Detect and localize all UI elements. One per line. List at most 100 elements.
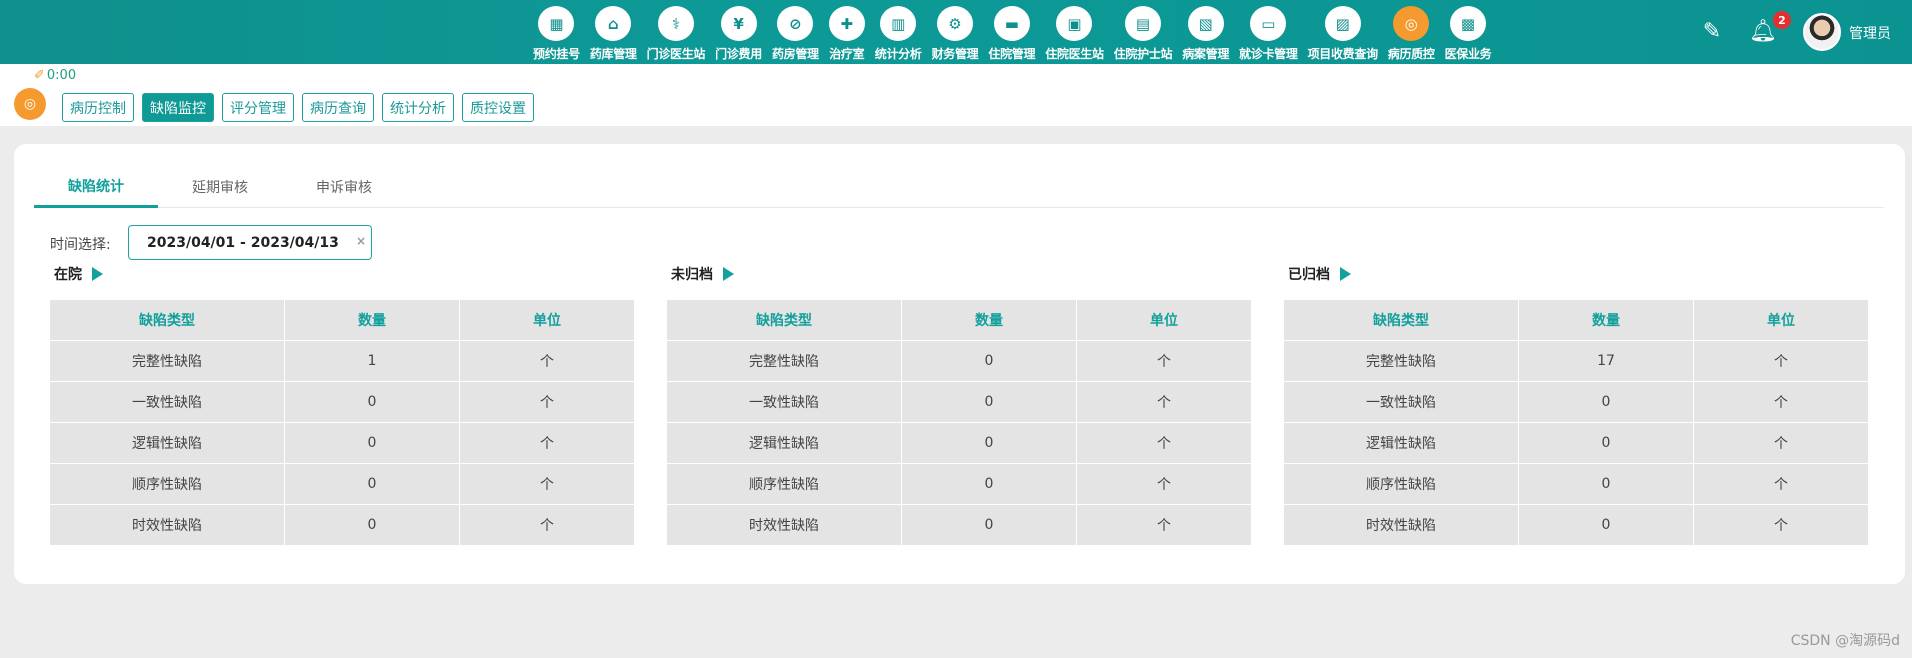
nav-item-medicine-store[interactable]: ⌂ 药库管理 <box>585 4 642 62</box>
defect-table: 缺陷类型 数量 单位 完整性缺陷 0 个 一致性缺陷 0 个 逻辑性缺陷 0 个 顺序性缺陷 0 个… <box>666 299 1252 546</box>
subnav-statistics-button[interactable]: 统计分析 <box>382 93 454 122</box>
module-nav: ▦ 预约挂号 ⌂ 药库管理 ⚕ 门诊医生站 ¥ 门诊费用 ⊘ 药房管理 ✚ 治疗室 ▥ 统计分… <box>528 4 1496 62</box>
table-row: 时效性缺陷 0 个 <box>49 504 635 546</box>
pencil-icon[interactable]: ✎ <box>1697 16 1727 46</box>
column-header: 单位 <box>1076 299 1252 341</box>
panel-title-text: 未归档 <box>671 267 713 283</box>
table-cell: 0 <box>1518 504 1694 546</box>
table-cell: 时效性缺陷 <box>666 504 902 546</box>
table-cell: 0 <box>901 381 1077 423</box>
table-cell: 完整性缺陷 <box>49 340 285 382</box>
panel-unarchived: 未归档 缺陷类型 数量 单位 完整性缺陷 0 个 一致性缺陷 0 个 逻辑性缺陷 0 个 顺序性… <box>666 263 1252 546</box>
table-cell: 逻辑性缺陷 <box>49 422 285 464</box>
play-icon[interactable] <box>92 267 103 281</box>
nav-label: 门诊医生站 <box>646 47 706 61</box>
insurance-icon: ▩ <box>1449 6 1486 41</box>
nav-label: 预约挂号 <box>533 47 580 61</box>
play-icon[interactable] <box>723 267 734 281</box>
table-cell: 0 <box>284 422 460 464</box>
panel-title: 未归档 <box>666 263 1251 285</box>
table-cell: 0 <box>1518 463 1694 505</box>
play-icon[interactable] <box>1340 267 1351 281</box>
nav-label: 药房管理 <box>771 47 819 61</box>
nav-item-outpatient-fee[interactable]: ¥ 门诊费用 <box>710 4 767 62</box>
nav-item-appointment[interactable]: ▦ 预约挂号 <box>528 4 585 62</box>
record-icon: ▧ <box>1187 6 1224 41</box>
table-cell: 0 <box>901 463 1077 505</box>
watermark: CSDN @淘源码d <box>1790 633 1900 649</box>
column-header: 单位 <box>1693 299 1869 341</box>
nav-label: 病案管理 <box>1182 47 1230 61</box>
date-range-input[interactable]: 2023/04/01 - 2023/04/13 × <box>128 225 372 260</box>
table-cell: 0 <box>901 422 1077 464</box>
table-cell: 完整性缺陷 <box>666 340 902 382</box>
table-cell: 0 <box>901 504 1077 546</box>
tab-appeal-review[interactable]: 申诉审核 <box>282 166 406 208</box>
table-cell: 顺序性缺陷 <box>49 463 285 505</box>
table-row: 一致性缺陷 0 个 <box>1283 381 1869 423</box>
nav-label: 就诊卡管理 <box>1239 47 1298 61</box>
nav-item-inpatient-doctor[interactable]: ▣ 住院医生站 <box>1040 4 1109 62</box>
table-cell: 个 <box>1693 463 1869 505</box>
notification-badge: 2 <box>1773 11 1791 29</box>
panel-title: 已归档 <box>1283 263 1868 285</box>
table-row: 完整性缺陷 0 个 <box>666 340 1252 382</box>
table-row: 一致性缺陷 0 个 <box>49 381 635 423</box>
nav-item-inpatient[interactable]: ▬ 住院管理 <box>983 4 1040 62</box>
subnav-score-management-button[interactable]: 评分管理 <box>222 93 294 122</box>
nav-label: 病历质控 <box>1387 47 1435 61</box>
nav-item-card-management[interactable]: ▭ 就诊卡管理 <box>1234 4 1303 62</box>
nav-label: 财务管理 <box>931 47 979 61</box>
table-row: 逻辑性缺陷 0 个 <box>1283 422 1869 464</box>
doctor-id-icon: ▣ <box>1056 6 1093 41</box>
session-timer: ✐ 0:00 <box>34 68 76 83</box>
table-row: 时效性缺陷 0 个 <box>666 504 1252 546</box>
username[interactable]: 管理员 <box>1849 23 1891 43</box>
defect-table: 缺陷类型 数量 单位 完整性缺陷 1 个 一致性缺陷 0 个 逻辑性缺陷 0 个 顺序性缺陷 0 个… <box>49 299 635 546</box>
subnav-record-control-button[interactable]: 病历控制 <box>62 93 134 122</box>
avatar[interactable] <box>1803 13 1841 51</box>
table-cell: 逻辑性缺陷 <box>666 422 902 464</box>
table-row: 逻辑性缺陷 0 个 <box>666 422 1252 464</box>
nav-item-statistics[interactable]: ▥ 统计分析 <box>870 4 927 62</box>
subnav-record-query-button[interactable]: 病历查询 <box>302 93 374 122</box>
sub-header: ✐ 0:00 ◎ 病历控制 缺陷监控 评分管理 病历查询 统计分析 质控设置 <box>0 64 1912 126</box>
table-cell: 个 <box>1076 463 1252 505</box>
column-header: 数量 <box>901 299 1077 341</box>
tab-extension-review[interactable]: 延期审核 <box>158 166 282 208</box>
doctor-icon: ⚕ <box>657 6 694 41</box>
table-cell: 17 <box>1518 340 1694 382</box>
clear-icon[interactable]: × <box>356 234 366 248</box>
nav-item-pharmacy[interactable]: ⊘ 药房管理 <box>767 4 824 62</box>
nav-item-treatment-room[interactable]: ✚ 治疗室 <box>824 4 870 62</box>
table-cell: 时效性缺陷 <box>49 504 285 546</box>
nav-item-outpatient-doctor[interactable]: ⚕ 门诊医生站 <box>642 4 711 62</box>
nav-item-finance[interactable]: ⚙ 财务管理 <box>927 4 984 62</box>
panel-title: 在院 <box>49 263 634 285</box>
nav-item-medical-records[interactable]: ▧ 病案管理 <box>1177 4 1234 62</box>
nav-item-insurance[interactable]: ▩ 医保业务 <box>1440 4 1497 62</box>
nav-label: 治疗室 <box>829 47 865 61</box>
table-cell: 0 <box>284 504 460 546</box>
column-header: 数量 <box>284 299 460 341</box>
yen-icon: ¥ <box>720 6 757 41</box>
table-cell: 逻辑性缺陷 <box>1283 422 1519 464</box>
subnav-defect-monitor-button[interactable]: 缺陷监控 <box>142 93 214 122</box>
panel-title-text: 在院 <box>54 267 82 283</box>
tab-defect-statistics[interactable]: 缺陷统计 <box>34 166 158 208</box>
table-cell: 个 <box>459 463 635 505</box>
date-range-value: 2023/04/01 - 2023/04/13 <box>147 234 339 251</box>
table-header-row: 缺陷类型 数量 单位 <box>1283 299 1869 341</box>
table-row: 完整性缺陷 1 个 <box>49 340 635 382</box>
calendar-icon: ▦ <box>538 6 575 41</box>
table-cell: 0 <box>901 340 1077 382</box>
table-cell: 0 <box>1518 422 1694 464</box>
date-filter-label: 时间选择: <box>50 237 111 253</box>
nav-item-fee-query[interactable]: ▨ 项目收费查询 <box>1303 4 1383 62</box>
medicine-store-icon: ⌂ <box>595 6 632 41</box>
nav-item-inpatient-nurse[interactable]: ▤ 住院护士站 <box>1109 4 1178 62</box>
column-header: 缺陷类型 <box>49 299 285 341</box>
subnav-qc-settings-button[interactable]: 质控设置 <box>462 93 534 122</box>
defect-table: 缺陷类型 数量 单位 完整性缺陷 17 个 一致性缺陷 0 个 逻辑性缺陷 0 个 顺序性缺陷 0… <box>1283 299 1869 546</box>
nav-item-quality-control[interactable]: ◎ 病历质控 <box>1383 4 1440 62</box>
